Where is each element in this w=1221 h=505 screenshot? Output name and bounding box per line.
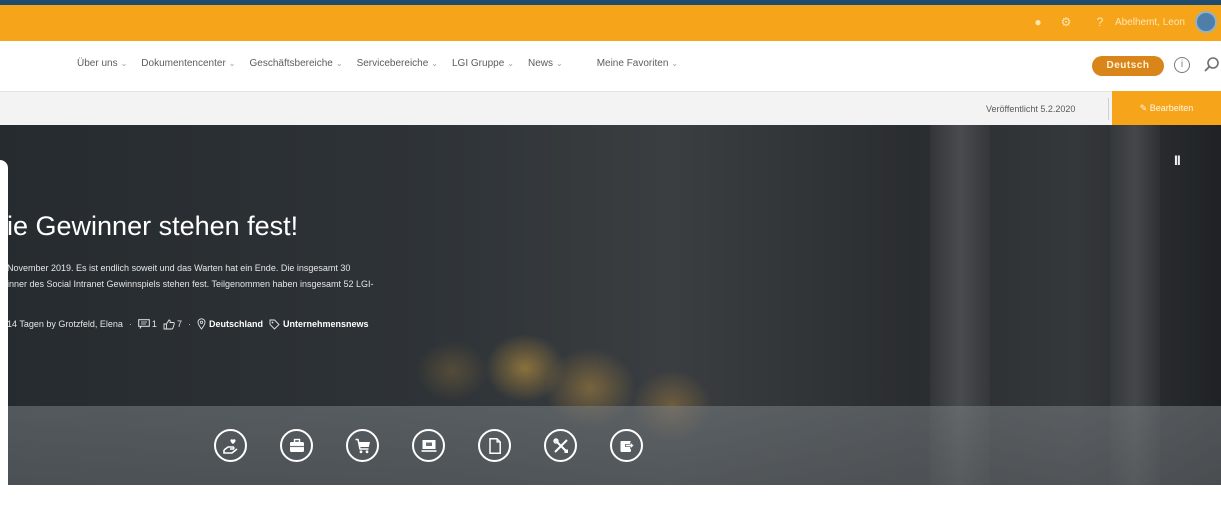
nav-item-geschaeftsbereiche[interactable]: Geschäftsbereiche ⌄	[249, 58, 342, 69]
news-meta: 14 Tagen by Grotzfeld, Elena · 1 7 · Deu…	[7, 318, 369, 330]
nav-item-label: Dokumentencenter	[141, 58, 226, 69]
cart-icon	[355, 438, 370, 453]
excerpt-line: inner des Social Intranet Gewinnspiels s…	[7, 279, 374, 289]
news-headline[interactable]: ie Gewinner stehen fest!	[7, 211, 298, 242]
chevron-down-icon: ⌄	[671, 59, 679, 68]
excerpt-line: November 2019. Es ist endlich soweit und…	[7, 263, 351, 273]
presentation-icon	[421, 439, 436, 452]
divider	[1108, 98, 1109, 120]
chevron-down-icon: ⌄	[228, 59, 236, 68]
quicklink-share[interactable]	[610, 429, 643, 462]
pause-button[interactable]: II	[1174, 152, 1181, 168]
quicklink-document[interactable]	[478, 429, 511, 462]
quicklinks-bar	[0, 406, 1221, 485]
tools-icon	[552, 437, 568, 453]
nav-item-label: Meine Favoriten	[596, 58, 669, 69]
nav-item-label: LGI Gruppe	[452, 58, 505, 69]
nav-item-label: News	[527, 58, 553, 69]
like-icon[interactable]	[163, 319, 175, 330]
quicklink-briefcase[interactable]	[280, 429, 313, 462]
nav-item-ueber-uns[interactable]: Über uns ⌄	[77, 58, 127, 69]
language-selector[interactable]: Deutsch	[1092, 56, 1164, 76]
nav-item-label: Über uns	[77, 58, 118, 69]
gear-icon[interactable]: ⚙	[1058, 14, 1074, 30]
document-icon	[488, 437, 501, 454]
avatar[interactable]	[1195, 11, 1217, 33]
nav-item-servicebereiche[interactable]: Servicebereiche ⌄	[357, 58, 438, 69]
share-icon	[620, 440, 634, 452]
hero-banner: II ie Gewinner stehen fest! November 201…	[0, 125, 1221, 485]
quicklink-cart[interactable]	[346, 429, 379, 462]
news-excerpt: November 2019. Es ist endlich soweit und…	[7, 260, 374, 292]
nav-item-lgi-gruppe[interactable]: LGI Gruppe ⌄	[452, 58, 514, 69]
suite-bar: ● ⚙ ? Abelhemt, Leon	[0, 5, 1221, 41]
nav-items: Über uns ⌄ Dokumentencenter ⌄ Geschäftsber…	[77, 58, 678, 69]
briefcase-icon	[289, 438, 304, 452]
like-count: 7	[176, 319, 182, 329]
edit-button[interactable]: ✎ Bearbeiten	[1112, 91, 1221, 125]
comment-icon[interactable]	[138, 319, 150, 329]
chevron-down-icon: ⌄	[555, 59, 563, 68]
help-icon[interactable]: ?	[1092, 14, 1108, 30]
chevron-down-icon: ⌄	[507, 59, 514, 68]
tag-icon	[269, 319, 280, 330]
info-icon[interactable]: i	[1174, 57, 1190, 73]
edit-label: Bearbeiten	[1149, 103, 1194, 113]
separator: ·	[187, 319, 191, 329]
chevron-down-icon: ⌄	[120, 59, 128, 68]
location-tag[interactable]: Deutschland	[209, 319, 263, 329]
search-icon[interactable]	[1203, 56, 1221, 74]
quicklink-presentation[interactable]	[412, 429, 445, 462]
left-card-edge	[0, 160, 8, 505]
chevron-down-icon: ⌄	[431, 59, 438, 68]
nav-item-meine-favoriten[interactable]: Meine Favoriten ⌄	[597, 58, 678, 69]
hand-heart-icon	[222, 438, 237, 454]
nav-item-news[interactable]: News ⌄	[528, 58, 563, 69]
content-area	[0, 485, 1221, 505]
user-name[interactable]: Abelhemt, Leon	[1115, 17, 1185, 28]
nav-item-label: Geschäftsbereiche	[249, 58, 333, 69]
quicklink-tools[interactable]	[544, 429, 577, 462]
location-pin-icon	[197, 318, 206, 330]
chevron-down-icon: ⌄	[335, 59, 343, 68]
bell-icon[interactable]: ●	[1030, 14, 1046, 30]
separator: ·	[128, 319, 132, 329]
comment-count: 1	[151, 319, 157, 329]
pencil-icon: ✎	[1139, 103, 1148, 113]
nav-item-label: Servicebereiche	[356, 58, 429, 69]
quicklink-hand-heart[interactable]	[214, 429, 247, 462]
category-tag[interactable]: Unternehmensnews	[283, 319, 369, 329]
author-info: 14 Tagen by Grotzfeld, Elena	[7, 319, 123, 329]
command-bar: Veröffentlicht 5.2.2020	[0, 91, 1221, 126]
nav-item-dokumentencenter[interactable]: Dokumentencenter ⌄	[141, 58, 235, 69]
top-navigation: Über uns ⌄ Dokumentencenter ⌄ Geschäftsber…	[0, 41, 1221, 91]
published-date: Veröffentlicht 5.2.2020	[986, 104, 1076, 114]
